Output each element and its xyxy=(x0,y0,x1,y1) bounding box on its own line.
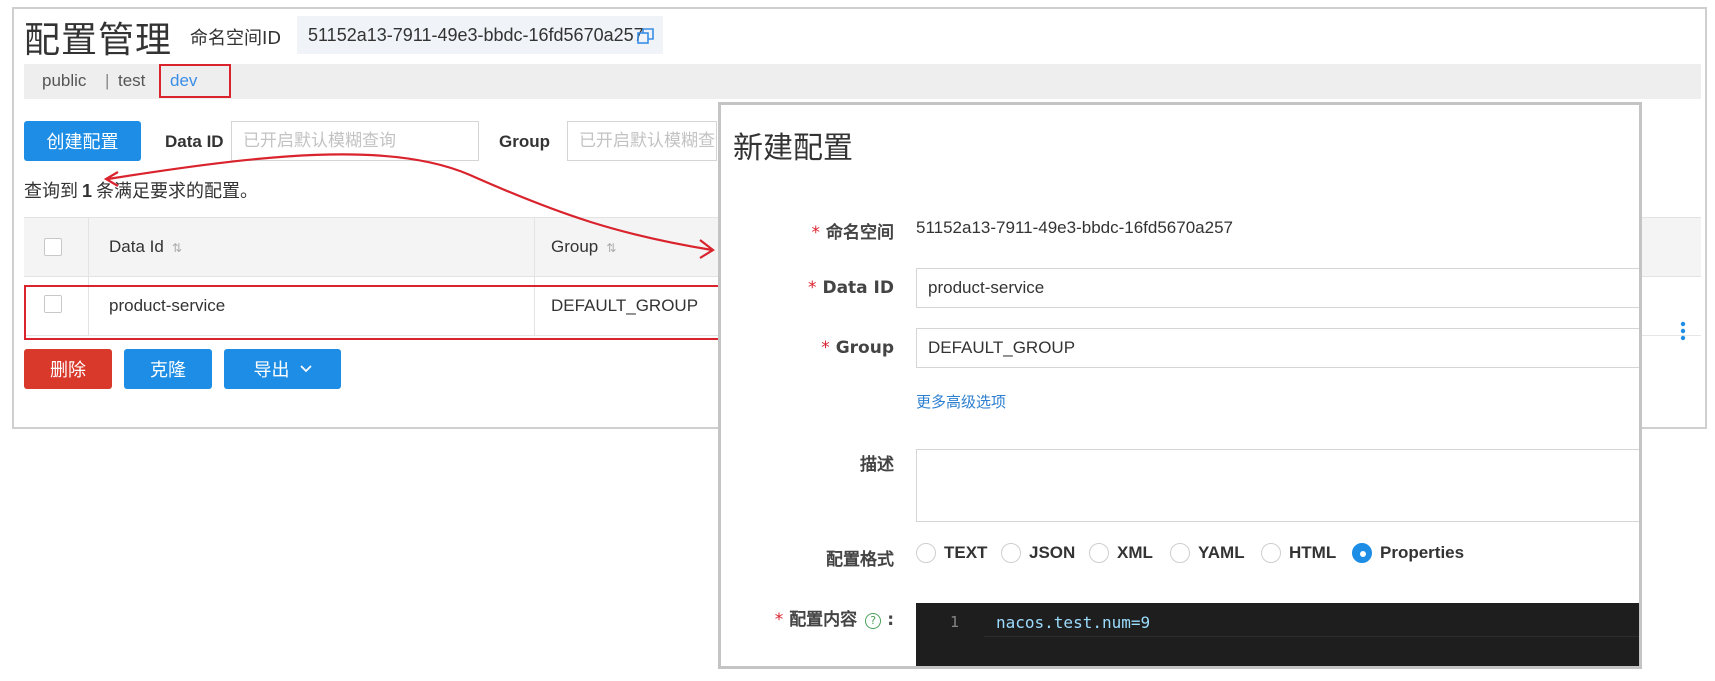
format-option-label: JSON xyxy=(1029,543,1076,562)
export-label: 导出 xyxy=(253,360,290,381)
export-button[interactable]: 导出 xyxy=(224,349,341,389)
namespace-id-label: 命名空间ID xyxy=(190,28,282,49)
result-count: 1 xyxy=(82,181,93,201)
format-option-label: TEXT xyxy=(944,543,988,562)
header-group[interactable]: Group ⇅ xyxy=(551,237,616,257)
group-field-label: * Group xyxy=(821,338,894,358)
sort-icon[interactable]: ⇅ xyxy=(172,241,182,255)
tab-test[interactable]: test xyxy=(118,64,145,97)
content-field-label-text: 配置内容 xyxy=(789,610,858,630)
delete-button[interactable]: 删除 xyxy=(24,349,112,389)
tab-public[interactable]: public xyxy=(42,64,86,97)
more-vertical-icon[interactable] xyxy=(1680,321,1686,341)
dialog-title: 新建配置 xyxy=(733,131,853,166)
data-id-field-label: * Data ID xyxy=(807,278,894,298)
group-filter-input[interactable]: 已开启默认模糊查询 xyxy=(567,121,717,161)
data-id-filter-label: Data ID xyxy=(165,132,224,151)
format-radio-json[interactable]: JSON xyxy=(1001,543,1075,563)
namespace-field-value: 51152a13-7911-49e3-bbdc-16fd5670a257 xyxy=(916,218,1233,237)
format-option-label: Properties xyxy=(1380,543,1465,562)
radio-circle[interactable] xyxy=(1261,543,1281,563)
create-config-button[interactable]: 创建配置 xyxy=(24,121,141,161)
help-circle-icon[interactable]: ? xyxy=(865,613,882,629)
format-option-label: XML xyxy=(1117,543,1153,562)
data-id-field-label-text: Data ID xyxy=(822,278,894,298)
radio-circle[interactable] xyxy=(1170,543,1190,563)
copy-icon[interactable] xyxy=(637,27,655,45)
header-data-id-label: Data Id xyxy=(109,237,164,256)
description-field-label: 描述 xyxy=(860,455,894,475)
row-annotation-box xyxy=(24,285,734,340)
page-title: 配置管理 xyxy=(24,20,173,61)
group-field[interactable]: DEFAULT_GROUP xyxy=(916,328,1639,368)
namespace-tabs: public | test dev xyxy=(24,64,1701,99)
editor-line-rule xyxy=(984,636,1639,637)
data-id-filter-input[interactable]: 已开启默认模糊查询 xyxy=(231,121,479,161)
group-filter-label: Group xyxy=(499,132,550,151)
editor-line-text[interactable]: nacos.test.num=9 xyxy=(996,613,1150,632)
namespace-id-box: 51152a13-7911-49e3-bbdc-16fd5670a257 xyxy=(297,16,663,54)
content-field-label: * 配置内容?: xyxy=(774,610,894,630)
format-radio-text[interactable]: TEXT xyxy=(916,543,987,563)
chevron-down-icon xyxy=(299,365,312,373)
result-prefix: 查询到 xyxy=(24,181,78,202)
format-radio-properties[interactable]: Properties xyxy=(1352,543,1464,563)
header-group-label: Group xyxy=(551,237,599,256)
format-radio-html[interactable]: HTML xyxy=(1261,543,1336,563)
select-all-checkbox[interactable] xyxy=(44,238,62,256)
radio-circle-checked[interactable] xyxy=(1352,543,1372,563)
namespace-field-label: * 命名空间 xyxy=(811,223,895,243)
dev-tab-annotation-box xyxy=(159,64,231,98)
advanced-options-link[interactable]: 更多高级选项 xyxy=(916,391,1006,412)
data-id-field[interactable]: product-service xyxy=(916,268,1639,308)
format-option-label: YAML xyxy=(1198,543,1245,562)
result-suffix: 条满足要求的配置。 xyxy=(96,181,259,202)
result-summary: 查询到 1 条满足要求的配置。 xyxy=(24,177,258,203)
namespace-field-label-text: 命名空间 xyxy=(826,223,894,243)
description-textarea[interactable] xyxy=(916,449,1639,522)
clone-button[interactable]: 克隆 xyxy=(124,349,212,389)
sort-icon[interactable]: ⇅ xyxy=(606,241,616,255)
group-field-label-text: Group xyxy=(835,338,894,358)
editor-line-number: 1 xyxy=(950,613,960,631)
radio-circle[interactable] xyxy=(1089,543,1109,563)
format-radio-yaml[interactable]: YAML xyxy=(1170,543,1245,563)
radio-circle[interactable] xyxy=(1001,543,1021,563)
new-config-dialog: 新建配置 * 命名空间 51152a13-7911-49e3-bbdc-16fd5… xyxy=(718,102,1642,669)
format-radio-xml[interactable]: XML xyxy=(1089,543,1153,563)
config-content-editor[interactable]: 1 nacos.test.num=9 xyxy=(916,603,1639,666)
tab-separator: | xyxy=(105,71,110,90)
content-label-colon: : xyxy=(887,610,894,630)
format-field-label: 配置格式 xyxy=(826,550,894,570)
header-data-id[interactable]: Data Id ⇅ xyxy=(109,237,182,257)
radio-circle[interactable] xyxy=(916,543,936,563)
namespace-id-value: 51152a13-7911-49e3-bbdc-16fd5670a257 xyxy=(308,25,644,45)
format-option-label: HTML xyxy=(1289,543,1337,562)
